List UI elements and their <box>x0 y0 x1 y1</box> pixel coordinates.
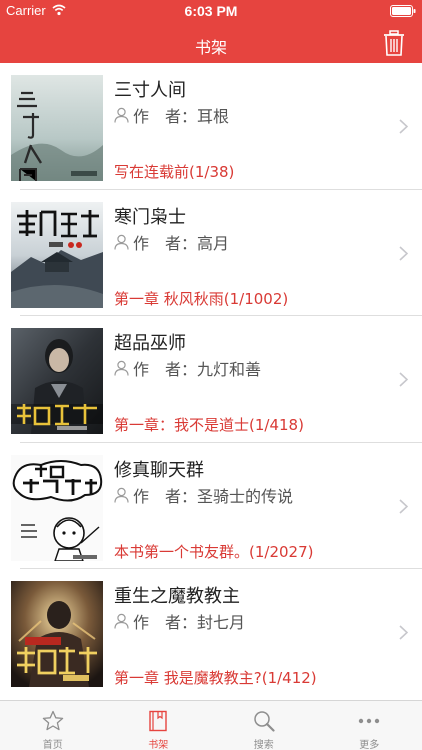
cover-chongsheng <box>11 581 103 687</box>
tab-label: 搜索 <box>253 740 274 750</box>
tab-label: 更多 <box>359 740 380 750</box>
tab-label: 书架 <box>148 740 169 750</box>
nav-header: Carrier 6:03 PM 书架 <box>0 0 422 63</box>
chapter-progress: 第一章：我不是道士(1/418) <box>114 416 304 434</box>
book-title: 重生之魔教教主 <box>114 586 240 607</box>
author-line: 作 者： 九灯和善 <box>114 357 261 379</box>
cover-chaopin <box>11 328 103 434</box>
tab-label: 首页 <box>42 740 63 750</box>
search-icon <box>254 711 275 732</box>
tab-bar: 首页 书架 搜索 更多 <box>0 700 422 750</box>
chevron-right-icon <box>399 625 408 640</box>
author-label: 作 者： <box>133 486 198 506</box>
cover-sancun <box>11 75 103 181</box>
bookshelf-screen: Carrier 6:03 PM 书架 三寸人间 作 者： 耳根 写在连载前(1/… <box>0 0 422 750</box>
chapter-progress: 写在连载前(1/38) <box>114 163 235 181</box>
tab-bookshelf[interactable]: 书架 <box>106 701 212 750</box>
person-icon <box>114 360 129 376</box>
author-name: 九灯和善 <box>197 360 262 379</box>
more-icon <box>359 718 380 724</box>
chapter-progress: 第一章 秋风秋雨(1/1002) <box>114 289 289 308</box>
status-bar: Carrier 6:03 PM <box>0 0 422 22</box>
status-time: 6:03 PM <box>184 3 238 19</box>
person-icon <box>114 107 129 123</box>
battery-icon <box>390 5 416 17</box>
tab-search[interactable]: 搜索 <box>211 701 317 750</box>
book-title: 修真聊天群 <box>114 459 204 481</box>
book-row[interactable]: 寒门枭士 作 者： 高月 第一章 秋风秋雨(1/1002) <box>0 189 422 316</box>
book-row[interactable]: 三寸人间 作 者： 耳根 写在连载前(1/38) <box>0 63 422 190</box>
book-icon <box>149 710 167 732</box>
book-row[interactable]: 重生之魔教教主 作 者： 封七月 第一章 我是魔教教主?(1/412) <box>0 569 422 696</box>
tab-home[interactable]: 首页 <box>0 701 106 750</box>
trash-icon[interactable] <box>383 30 405 56</box>
book-list: 三寸人间 作 者： 耳根 写在连载前(1/38) 寒门枭士 作 者： 高月 第一… <box>0 63 422 698</box>
author-name: 封七月 <box>197 613 246 632</box>
author-name: 圣骑士的传说 <box>197 486 294 506</box>
person-icon <box>114 487 129 503</box>
book-row[interactable]: 修真聊天群 作 者： 圣骑士的传说 本书第一个书友群。(1/2027) <box>0 442 422 569</box>
author-label: 作 者： <box>133 107 198 126</box>
author-name: 高月 <box>197 233 230 253</box>
chevron-right-icon <box>399 372 408 387</box>
tab-more[interactable]: 更多 <box>317 701 422 750</box>
book-title: 超品巫师 <box>114 333 186 354</box>
star-icon <box>42 710 63 731</box>
chapter-progress: 本书第一个书友群。(1/2027) <box>114 542 314 561</box>
author-line: 作 者： 封七月 <box>114 610 245 632</box>
chevron-right-icon <box>399 245 408 261</box>
author-label: 作 者： <box>133 233 198 253</box>
chevron-right-icon <box>399 498 408 514</box>
page-title: 书架 <box>194 38 227 57</box>
author-label: 作 者： <box>133 360 198 379</box>
person-icon <box>114 234 129 250</box>
author-line: 作 者： 圣骑士的传说 <box>114 484 293 506</box>
chevron-right-icon <box>399 119 408 134</box>
cover-hanmen <box>11 201 103 308</box>
person-icon <box>114 613 129 629</box>
author-label: 作 者： <box>133 613 198 632</box>
book-title: 寒门枭士 <box>114 206 186 228</box>
book-row[interactable]: 超品巫师 作 者： 九灯和善 第一章：我不是道士(1/418) <box>0 316 422 443</box>
chapter-progress: 第一章 我是魔教教主?(1/412) <box>114 669 317 687</box>
author-line: 作 者： 耳根 <box>114 104 229 126</box>
author-line: 作 者： 高月 <box>114 231 229 253</box>
author-name: 耳根 <box>197 107 230 126</box>
book-title: 三寸人间 <box>114 80 186 101</box>
cover-xiuzhen <box>11 454 103 561</box>
